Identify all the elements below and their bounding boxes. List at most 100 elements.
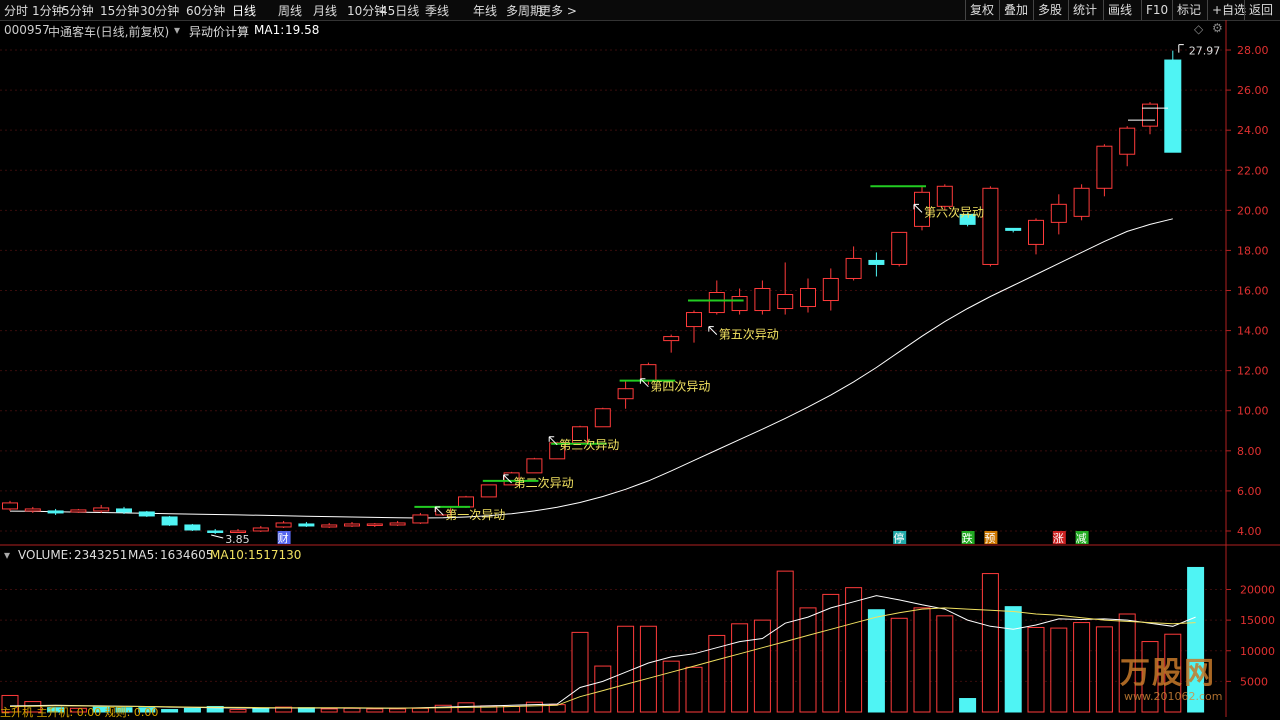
candle-body (822, 277, 839, 302)
price-tick-label: 18.00 (1237, 244, 1269, 257)
volume-bar (1050, 627, 1068, 713)
candle-body (686, 312, 702, 328)
candle-body (731, 296, 748, 312)
event-tag-label: 涨 (1053, 532, 1064, 545)
candle-body (800, 287, 816, 308)
candle-body (321, 524, 338, 528)
candle-body (184, 524, 201, 531)
volume-bar (845, 587, 863, 713)
volume-bar (617, 625, 635, 713)
volume-bar (981, 573, 999, 713)
price-tick-label: 28.00 (1237, 44, 1269, 57)
candle-body (594, 408, 611, 428)
candle-body (344, 523, 360, 527)
volume-bar (959, 698, 977, 713)
volume-tick-label: 10000 (1240, 645, 1275, 658)
price-tick-label: 26.00 (1237, 84, 1269, 97)
volume-bar (936, 615, 954, 713)
volume-bar (525, 701, 543, 713)
volume-bar (639, 625, 657, 713)
candle-body (1096, 145, 1113, 189)
high-marker-icon (1178, 44, 1184, 53)
candle-body (252, 527, 269, 532)
high-price-label: 27.97 (1189, 45, 1221, 58)
candle-body (70, 509, 87, 513)
candle-body (617, 388, 634, 400)
volume-bar (1004, 606, 1022, 713)
candle-body (480, 484, 497, 498)
annotation-label: 第六次异动 (924, 205, 984, 219)
volume-bar (434, 704, 452, 713)
ma10-value: 1517130 (248, 548, 302, 562)
volume-bar (753, 619, 771, 713)
sub-indicator-label: 主升机 主升机: 0.00 规则: 0.00 (0, 706, 159, 719)
annotation-label: 第三次异动 (559, 438, 619, 452)
volume-bar (161, 709, 179, 713)
candle-body (1050, 203, 1067, 223)
volume-value: 2343251 (74, 548, 128, 562)
volume-bar (320, 708, 338, 713)
candle-body (24, 508, 41, 512)
volume-bar (1073, 622, 1091, 713)
candle-body (891, 231, 908, 265)
candle-body (708, 292, 725, 314)
volume-bar (343, 707, 361, 713)
volume-bar (731, 623, 749, 713)
candle-body (1119, 127, 1136, 155)
volume-bar (366, 708, 384, 713)
volume-bar (662, 660, 680, 713)
low-price-label: 3.85 (225, 533, 250, 546)
candle-body (93, 507, 110, 512)
annotation-label: 第二次异动 (514, 476, 574, 490)
event-tag-label: 财 (278, 531, 289, 545)
candle-body (845, 257, 862, 279)
event-tag-label: 预 (984, 532, 995, 545)
ma5-value: 1634605 (160, 548, 214, 562)
candle-body (161, 516, 178, 526)
price-tick-label: 24.00 (1237, 124, 1269, 137)
watermark-url: www.201062.com (1124, 690, 1223, 703)
price-axis: 28.00 26.00 24.00 22.00 20.00 18.00 16.00 14.00… (0, 20, 1280, 717)
price-tick-label: 20.00 (1237, 204, 1269, 217)
candle-body (412, 514, 429, 524)
volume-bar (685, 666, 703, 713)
ma10-label: MA10: (210, 548, 248, 562)
candle-body-last (1164, 60, 1181, 153)
price-tick-label: 8.00 (1237, 445, 1262, 458)
volume-bar (1095, 626, 1113, 713)
event-tag-label: 减 (1076, 532, 1087, 545)
volume-bar (1027, 626, 1045, 713)
price-tick-label: 16.00 (1237, 285, 1269, 298)
candle-body (298, 523, 315, 527)
candle-body (526, 458, 543, 474)
candle-body (777, 294, 794, 310)
candle-body (207, 530, 224, 533)
annotation-label: 第四次异动 (650, 380, 710, 394)
candle-body (2, 502, 18, 510)
candle-body (868, 259, 885, 265)
candlesticks (2, 50, 1182, 534)
volume-bar (890, 617, 908, 713)
volume-bar (867, 609, 885, 713)
price-tick-label: 10.00 (1237, 405, 1269, 418)
volume-bar (913, 607, 931, 713)
volume-label: VOLUME: (18, 548, 73, 562)
candle-body (982, 187, 999, 265)
candle-body (389, 522, 406, 526)
event-tag-label: 跌 (962, 531, 973, 545)
candle-body (366, 523, 383, 526)
volume-bar (708, 634, 726, 713)
candle-body (1073, 187, 1090, 217)
candle-body (138, 511, 155, 517)
price-tick-label: 22.00 (1237, 164, 1269, 177)
candle-body (458, 496, 474, 508)
ma5-label: MA5: (128, 548, 159, 562)
price-grid (0, 49, 1226, 532)
price-tick-label: 6.00 (1237, 485, 1262, 498)
price-tick-label: 4.00 (1237, 525, 1262, 538)
volume-dropdown-icon[interactable]: ▾ (4, 548, 10, 562)
volume-bar (571, 631, 589, 713)
volume-bar (183, 707, 201, 713)
annotation-label: 第五次异动 (719, 328, 779, 342)
low-marker-icon (211, 534, 224, 539)
